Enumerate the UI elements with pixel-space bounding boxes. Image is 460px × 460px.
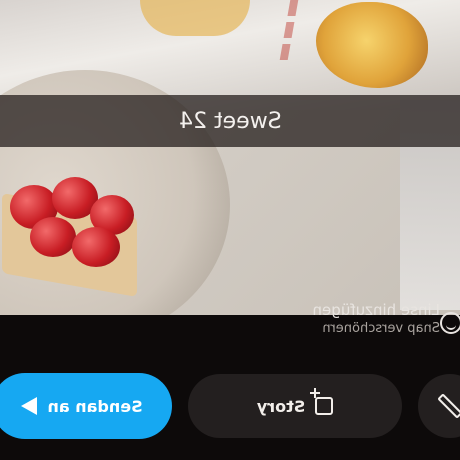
lens-hint-subtitle: Snap verschönern bbox=[322, 321, 440, 336]
lens-hint-title: Linse hinzufügen bbox=[312, 301, 440, 319]
send-to-button[interactable]: Sendan an bbox=[0, 373, 172, 439]
send-arrow-icon bbox=[21, 397, 38, 415]
caption-bar[interactable]: Sweet 24 bbox=[0, 95, 460, 147]
lens-hint[interactable]: Linse hinzufügen Snap verschönern bbox=[270, 300, 440, 350]
story-label: Story bbox=[256, 396, 306, 416]
strawberry-cake bbox=[0, 155, 145, 300]
edit-button[interactable] bbox=[418, 374, 460, 438]
caption-text: Sweet 24 bbox=[178, 108, 282, 134]
snap-photo bbox=[0, 0, 460, 315]
strawberry bbox=[30, 217, 76, 257]
send-to-label: Sendan an bbox=[47, 396, 143, 416]
story-button[interactable]: Story bbox=[188, 374, 402, 438]
add-story-icon bbox=[315, 397, 334, 415]
pencil-icon bbox=[437, 393, 460, 419]
strawberry bbox=[72, 227, 120, 267]
smiley-icon[interactable] bbox=[440, 312, 460, 334]
wrapper-stripe bbox=[219, 0, 299, 60]
